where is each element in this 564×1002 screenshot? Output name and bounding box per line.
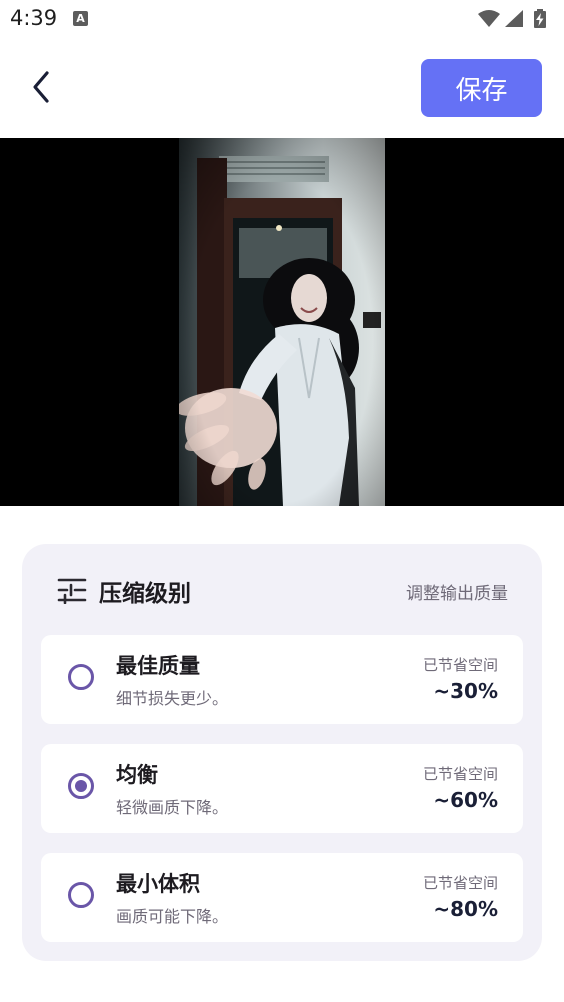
option-description: 轻微画质下降。 <box>116 798 229 817</box>
radio-smallest-size[interactable] <box>68 882 94 908</box>
compression-title: 压缩级别 <box>99 581 191 607</box>
option-best-quality[interactable]: 最佳质量 细节损失更少。 已节省空间 ~30% <box>41 635 523 724</box>
space-saved-label: 已节省空间 <box>422 874 498 892</box>
app-bar: 保存 <box>0 38 564 138</box>
option-smallest-size[interactable]: 最小体积 画质可能下降。 已节省空间 ~80% <box>41 853 523 942</box>
status-bar: 4:39 A <box>0 0 564 38</box>
tune-sliders-icon <box>57 578 87 604</box>
space-saved-label: 已节省空间 <box>422 765 498 783</box>
back-button[interactable] <box>20 66 62 108</box>
option-title: 均衡 <box>116 763 158 787</box>
option-title: 最佳质量 <box>116 654 200 678</box>
notification-a-icon: A <box>73 11 88 26</box>
status-icons <box>478 9 546 28</box>
status-time: 4:39 <box>10 6 58 30</box>
cellular-signal-icon <box>505 10 523 27</box>
radio-best-quality[interactable] <box>68 664 94 690</box>
space-saved-value: ~80% <box>433 897 498 921</box>
option-description: 细节损失更少。 <box>116 689 229 708</box>
chevron-left-icon <box>33 71 49 103</box>
battery-charging-icon <box>534 9 546 28</box>
compression-panel: 压缩级别 调整输出质量 最佳质量 细节损失更少。 已节省空间 ~30% 均衡 轻… <box>22 544 542 961</box>
compression-header: 压缩级别 调整输出质量 <box>22 544 542 634</box>
image-preview <box>0 138 564 506</box>
radio-balanced[interactable] <box>68 773 94 799</box>
option-description: 画质可能下降。 <box>116 907 229 926</box>
compression-subtitle: 调整输出质量 <box>406 584 508 604</box>
space-saved-value: ~60% <box>433 788 498 812</box>
option-balanced[interactable]: 均衡 轻微画质下降。 已节省空间 ~60% <box>41 744 523 833</box>
wifi-icon <box>478 10 500 27</box>
space-saved-label: 已节省空间 <box>422 656 498 674</box>
option-title: 最小体积 <box>116 872 200 896</box>
preview-photo <box>179 138 385 506</box>
photo-image <box>179 138 385 506</box>
space-saved-value: ~30% <box>433 679 498 703</box>
save-button[interactable]: 保存 <box>421 59 542 117</box>
